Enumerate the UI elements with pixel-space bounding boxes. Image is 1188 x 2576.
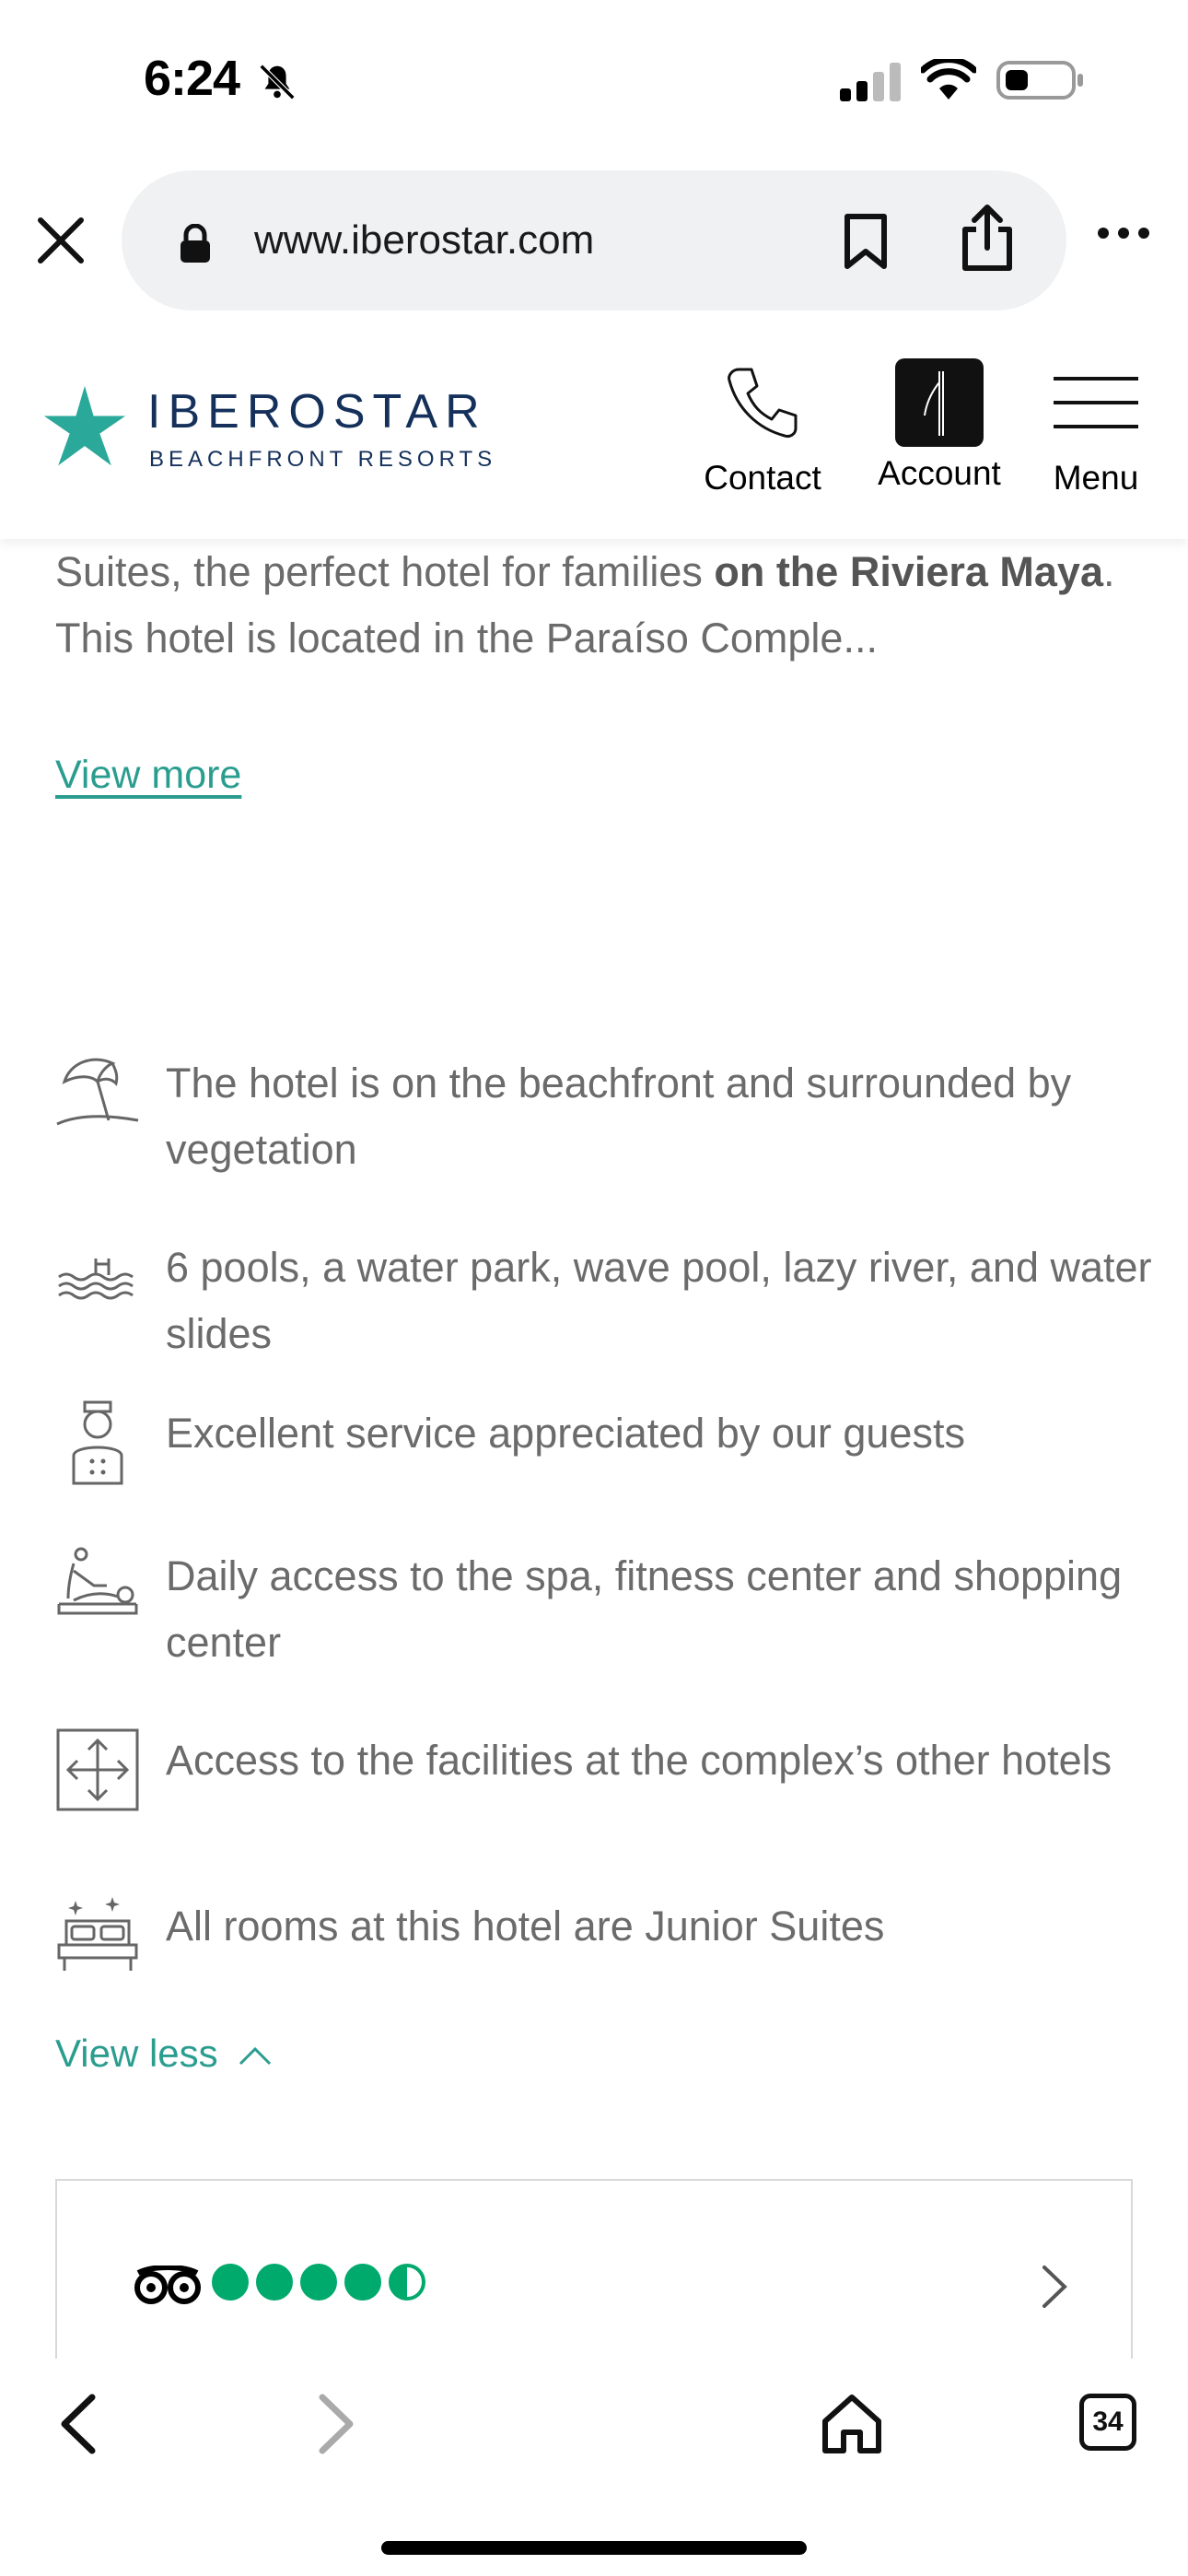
browser-address-bar: www.iberostar.com [0,161,1188,322]
status-time: 6:24 [144,51,240,106]
rating-bubble [344,2264,381,2301]
chevron-up-icon [239,2046,271,2065]
contact-label: Contact [704,459,821,497]
feature-text: Daily access to the spa, fitness center … [166,1552,1123,1666]
brand-subtitle: BEACHFRONT RESORTS [149,447,497,472]
view-less-label: View less [55,2032,218,2075]
feature-text: Excellent service appreciated by our gue… [166,1410,965,1457]
account-label: Account [878,454,1001,492]
feature-text: Access to the facilities at the complex’… [166,1737,1112,1784]
home-icon[interactable] [820,2394,884,2459]
battery-icon [996,59,1085,106]
rating-bubbles [212,2264,425,2301]
bed-icon [55,1893,140,1978]
feature-text: 6 pools, a water park, wave pool, lazy r… [166,1244,1152,1357]
share-icon[interactable] [960,204,1015,278]
status-bar: 6:24 [0,0,1188,161]
iberostar-star-logo-icon[interactable] [41,382,129,475]
account-icon [895,358,984,447]
bellhop-icon [55,1400,140,1485]
close-icon[interactable] [33,213,88,268]
menu-label: Menu [1053,459,1139,497]
bookmark-icon[interactable] [842,213,890,275]
phone-icon [718,368,807,451]
spa-massage-icon [55,1543,140,1628]
tripadvisor-owl-icon [134,2265,201,2311]
cellular-signal-icon [840,63,904,106]
back-arrow-icon[interactable] [55,2392,101,2461]
tabs-count-button[interactable]: 34 [1079,2394,1136,2451]
contact-button[interactable]: Contact [689,358,836,498]
view-less-link[interactable]: View less [55,2032,274,2076]
hotel-description: Suites, the perfect hotel for families o… [55,539,1142,672]
pool-icon [55,1235,140,1319]
site-header: IBEROSTAR BEACHFRONT RESORTS Contact Acc… [0,327,1188,539]
browser-toolbar: 34 [0,2359,1188,2576]
wifi-icon [919,56,978,106]
rating-bubble [389,2264,425,2301]
beach-umbrella-icon [55,1050,140,1135]
chevron-right-icon [1039,2262,1070,2316]
url-field[interactable]: www.iberostar.com [122,170,1066,310]
menu-button[interactable]: Menu [1041,358,1151,498]
forward-arrow-icon[interactable] [313,2392,359,2461]
expand-arrows-icon [55,1727,140,1812]
hamburger-menu-icon [1050,377,1142,451]
desc-text: Suites, the perfect hotel for families [55,548,715,595]
home-indicator[interactable] [381,2541,807,2555]
feature-text: The hotel is on the beachfront and surro… [166,1060,1072,1173]
view-more-link[interactable]: View more [55,753,241,798]
rating-bubble [256,2264,293,2301]
more-options-icon[interactable] [1096,226,1151,245]
brand-name[interactable]: IBEROSTAR [147,384,487,439]
rating-bubble [300,2264,337,2301]
url-text: www.iberostar.com [254,217,595,263]
desc-highlight: on the Riviera Maya [714,548,1103,595]
rating-bubble [212,2264,249,2301]
lock-icon [179,223,212,267]
account-button[interactable]: Account [864,358,1015,493]
bell-muted-icon [256,61,298,108]
feature-text: All rooms at this hotel are Junior Suite… [166,1903,885,1950]
